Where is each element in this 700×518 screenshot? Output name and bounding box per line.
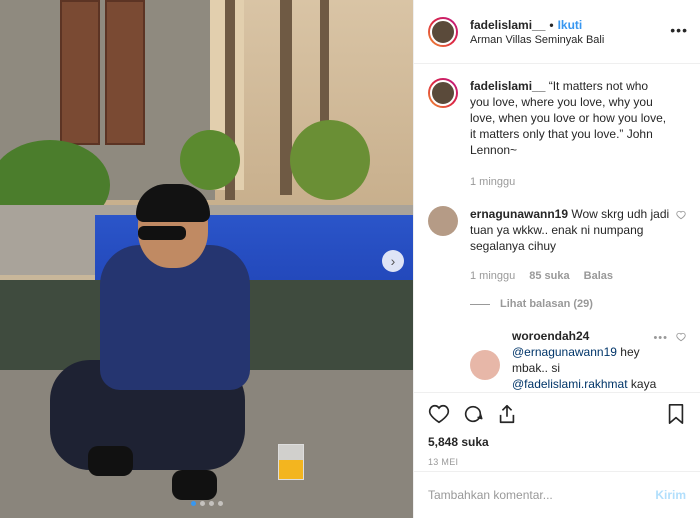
comment-likes[interactable]: 85 suka bbox=[529, 268, 569, 284]
bush bbox=[180, 130, 240, 190]
mention-link[interactable]: @fadelislami.rakhmat bbox=[512, 377, 628, 391]
wooden-door bbox=[60, 0, 100, 145]
mention-link[interactable]: @ernagunawann19 bbox=[512, 345, 617, 359]
carousel-dot bbox=[217, 501, 223, 506]
replies-divider bbox=[470, 303, 490, 305]
heart-icon[interactable] bbox=[676, 210, 686, 220]
shoe bbox=[88, 446, 133, 476]
send-button[interactable]: Kirim bbox=[655, 488, 686, 502]
comment-item: ernagunawann19 Wow skrg udh jadi tuan ya… bbox=[428, 206, 686, 284]
comment-icon[interactable] bbox=[462, 403, 484, 425]
carousel-dot bbox=[190, 501, 196, 506]
wooden-door bbox=[105, 0, 145, 145]
caption-time[interactable]: 1 minggu bbox=[470, 174, 515, 190]
share-icon[interactable] bbox=[496, 403, 518, 425]
caption: fadelislami__ “It matters not who you lo… bbox=[428, 78, 686, 190]
comment-composer: Kirim bbox=[414, 471, 700, 518]
author-username[interactable]: fadelislami__ bbox=[470, 18, 545, 32]
caption-body: fadelislami__ “It matters not who you lo… bbox=[470, 78, 686, 190]
avatar[interactable] bbox=[428, 16, 458, 47]
reply-button[interactable]: Balas bbox=[584, 268, 613, 284]
juice-glass bbox=[278, 444, 304, 480]
post-header: fadelislami__ • Ikuti Arman Villas Semin… bbox=[414, 0, 700, 64]
comment-body: ernagunawann19 Wow skrg udh jadi tuan ya… bbox=[470, 206, 686, 284]
carousel-dots bbox=[0, 501, 413, 506]
caption-username[interactable]: fadelislami__ bbox=[470, 79, 545, 93]
reply-text: kaya bbox=[627, 377, 657, 391]
like-count[interactable]: 5,848 suka bbox=[428, 435, 686, 449]
action-bar: 5,848 suka 13 MEI bbox=[414, 392, 700, 471]
post-date[interactable]: 13 MEI bbox=[428, 457, 686, 467]
view-replies-label[interactable]: Lihat balasan (29) bbox=[500, 298, 593, 310]
shoe bbox=[172, 470, 217, 500]
separator-dot: • bbox=[549, 17, 554, 32]
post-sidebar: fadelislami__ • Ikuti Arman Villas Semin… bbox=[413, 0, 700, 518]
carousel-dot bbox=[199, 501, 205, 506]
action-icons bbox=[428, 401, 686, 427]
view-replies[interactable]: Lihat balasan (29) bbox=[470, 298, 686, 310]
juice bbox=[279, 460, 303, 479]
post-photo[interactable]: › bbox=[0, 0, 413, 518]
reply-item: woroendah24 @ernagunawann19 hey mbak.. s… bbox=[470, 328, 686, 392]
reply-username[interactable]: woroendah24 bbox=[512, 329, 589, 343]
carousel-dot bbox=[208, 501, 214, 506]
more-options-icon[interactable]: ••• bbox=[653, 332, 668, 344]
comment-meta: 1 minggu 85 suka Balas bbox=[470, 268, 670, 284]
comment-input[interactable] bbox=[428, 488, 656, 502]
avatar[interactable] bbox=[428, 206, 458, 236]
avatar[interactable] bbox=[428, 78, 458, 108]
follow-button[interactable]: Ikuti bbox=[558, 18, 583, 32]
header-names: fadelislami__ • Ikuti Arman Villas Semin… bbox=[470, 18, 686, 46]
bush bbox=[290, 120, 370, 200]
heart-icon[interactable] bbox=[676, 332, 686, 342]
comment-time[interactable]: 1 minggu bbox=[470, 268, 515, 284]
avatar[interactable] bbox=[470, 350, 500, 380]
more-options-icon[interactable]: ••• bbox=[670, 22, 688, 38]
location-link[interactable]: Arman Villas Seminyak Bali bbox=[470, 34, 686, 46]
bookmark-icon[interactable] bbox=[666, 403, 686, 425]
instagram-post: › fadelislami__ • Ikuti Arman Villas Sem… bbox=[0, 0, 700, 518]
header-line: fadelislami__ • Ikuti bbox=[470, 18, 686, 32]
comment-username[interactable]: ernagunawann19 bbox=[470, 207, 568, 221]
sunglasses bbox=[138, 226, 186, 240]
comments-list[interactable]: fadelislami__ “It matters not who you lo… bbox=[414, 64, 700, 392]
caption-meta: 1 minggu bbox=[470, 174, 670, 190]
heart-icon[interactable] bbox=[428, 403, 450, 425]
chevron-right-icon[interactable]: › bbox=[382, 250, 404, 272]
